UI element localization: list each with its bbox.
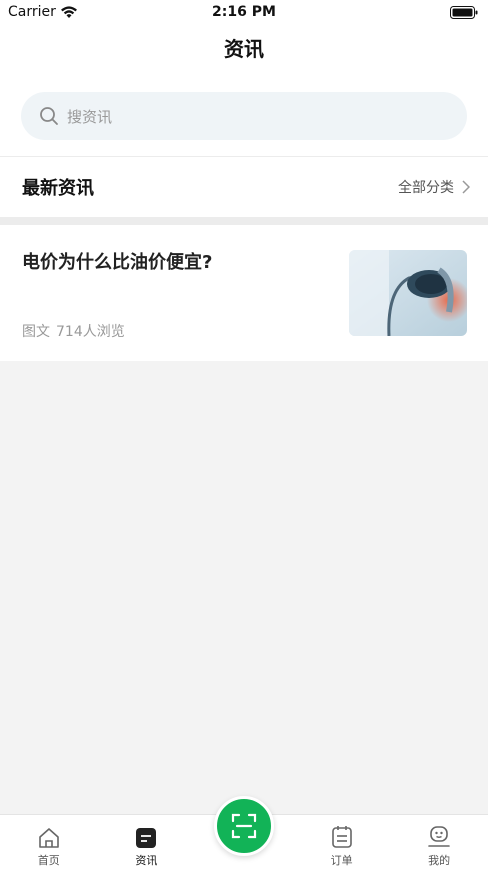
scan-icon	[231, 813, 257, 839]
page-title: 资讯	[224, 37, 264, 61]
order-icon	[331, 826, 352, 848]
home-icon	[38, 828, 59, 848]
tab-profile-label: 我的	[428, 854, 451, 867]
tab-home-label: 首页	[37, 854, 60, 867]
chevron-right-icon	[462, 180, 470, 194]
tab-news[interactable]: 资讯	[98, 815, 196, 874]
scan-button[interactable]	[214, 796, 274, 856]
news-type: 图文	[22, 324, 50, 340]
section-title: 最新资讯	[22, 178, 94, 199]
section-header: 最新资讯 全部分类	[0, 157, 488, 217]
news-item[interactable]: 电价为什么比油价便宜? 图文 714人浏览	[0, 225, 488, 361]
profile-icon	[428, 826, 450, 847]
top-area: Carrier 2:16 PM 资讯 搜资讯 最新资讯 全部分类	[0, 0, 488, 217]
tab-orders[interactable]: 订单	[293, 815, 391, 874]
battery-icon	[450, 6, 478, 19]
news-thumbnail	[349, 250, 467, 336]
status-time: 2:16 PM	[212, 4, 276, 20]
all-categories-link[interactable]: 全部分类	[398, 177, 470, 197]
news-icon	[136, 828, 157, 848]
tab-profile[interactable]: 我的	[390, 815, 488, 874]
all-categories-label: 全部分类	[398, 180, 454, 196]
status-bar: Carrier 2:16 PM	[0, 0, 488, 26]
tab-news-label: 资讯	[135, 854, 158, 867]
news-meta: 图文 714人浏览	[22, 321, 125, 341]
news-views: 714人浏览	[56, 324, 125, 340]
search-wrap: 搜资讯	[0, 72, 488, 156]
section-gap	[0, 217, 488, 225]
news-title: 电价为什么比油价便宜?	[22, 252, 213, 273]
tab-orders-label: 订单	[330, 854, 353, 867]
search-placeholder: 搜资讯	[67, 107, 113, 126]
search-icon	[40, 107, 58, 125]
tab-home[interactable]: 首页	[0, 815, 98, 874]
search-input[interactable]: 搜资讯	[21, 92, 467, 140]
